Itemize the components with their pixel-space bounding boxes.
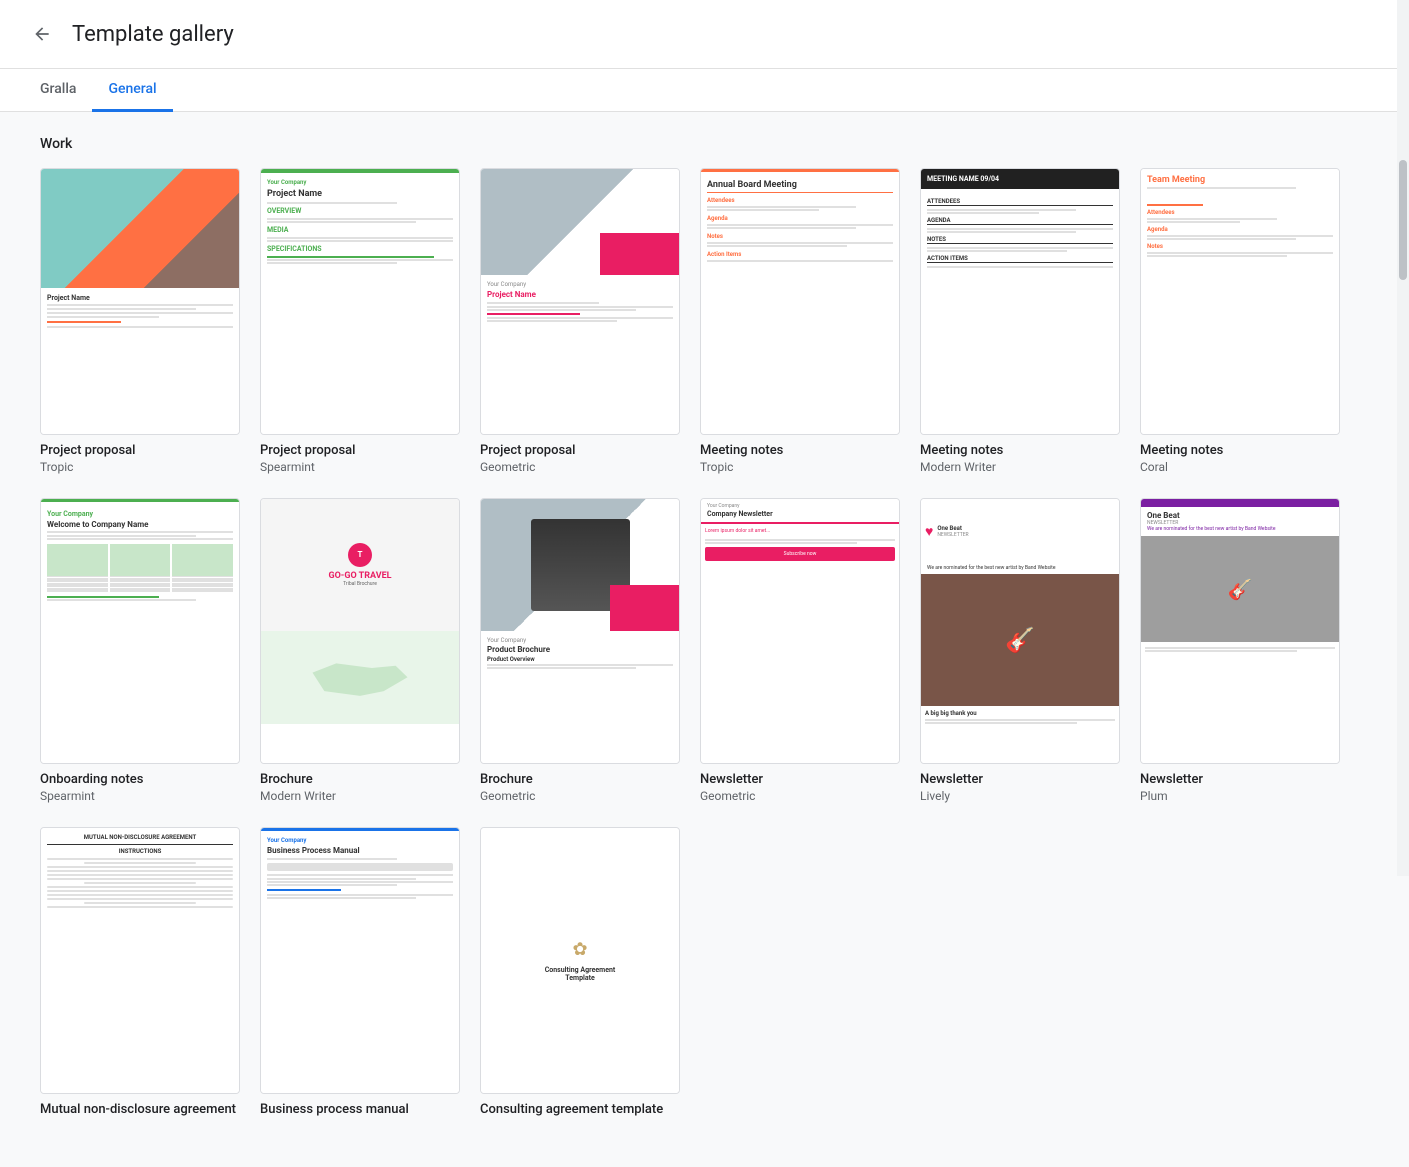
template-grid-row-3: MUTUAL NON-DISCLOSURE AGREEMENT INSTRUCT…	[40, 827, 1340, 1119]
template-card-business[interactable]: Your Company Business Process Manual B	[260, 827, 460, 1119]
card-name-nda: Mutual non-disclosure agreement	[40, 1102, 240, 1117]
section-title-work: Work	[40, 136, 1340, 152]
card-name-project-spearmint: Project proposal	[260, 443, 460, 458]
card-sub-newsletter-plum: Plum	[1140, 789, 1340, 803]
card-sub-brochure-mw: Modern Writer	[260, 789, 460, 803]
card-name-brochure-mw: Brochure	[260, 772, 460, 787]
card-name-newsletter-geo: Newsletter	[700, 772, 900, 787]
card-name-meeting-modern: Meeting notes	[920, 443, 1120, 458]
template-card-meeting-coral[interactable]: Team Meeting Attendees Agenda Notes	[1140, 168, 1340, 474]
tab-gralla[interactable]: Gralla	[24, 69, 92, 112]
template-grid-row-2: Your Company Welcome to Company Name	[40, 498, 1340, 804]
card-sub-newsletter-geo: Geometric	[700, 789, 900, 803]
template-card-brochure-geo[interactable]: Your Company Product Brochure Product Ov…	[480, 498, 680, 804]
card-sub-project-geo: Geometric	[480, 460, 680, 474]
content-area: Work Project Name Pro	[0, 112, 1380, 1167]
template-card-nda[interactable]: MUTUAL NON-DISCLOSURE AGREEMENT INSTRUCT…	[40, 827, 240, 1119]
page-header: Template gallery	[0, 0, 1409, 69]
card-name-project-tropic: Project proposal	[40, 443, 240, 458]
card-name-business: Business process manual	[260, 1102, 460, 1117]
template-card-newsletter-plum[interactable]: One Beat NEWSLETTER We are nominated for…	[1140, 498, 1340, 804]
template-card-project-spearmint[interactable]: Your Company Project Name OVERVIEW MEDIA…	[260, 168, 460, 474]
card-name-meeting-coral: Meeting notes	[1140, 443, 1340, 458]
card-sub-meeting-modern: Modern Writer	[920, 460, 1120, 474]
card-sub-meeting-coral: Coral	[1140, 460, 1340, 474]
card-name-project-geo: Project proposal	[480, 443, 680, 458]
card-sub-brochure-geo: Geometric	[480, 789, 680, 803]
template-card-project-tropic[interactable]: Project Name Project proposal Tropic	[40, 168, 240, 474]
template-card-newsletter-lively[interactable]: ♥ One Beat NEWSLETTER We are nominated f…	[920, 498, 1120, 804]
card-name-newsletter-plum: Newsletter	[1140, 772, 1340, 787]
back-icon	[32, 24, 52, 44]
card-sub-newsletter-lively: Lively	[920, 789, 1120, 803]
tab-bar: Gralla General	[0, 69, 1409, 112]
template-card-onboard[interactable]: Your Company Welcome to Company Name	[40, 498, 240, 804]
card-name-newsletter-lively: Newsletter	[920, 772, 1120, 787]
template-card-meeting-tropic[interactable]: Annual Board Meeting Attendees Agenda No…	[700, 168, 900, 474]
card-sub-project-tropic: Tropic	[40, 460, 240, 474]
card-name-brochure-geo: Brochure	[480, 772, 680, 787]
card-name-onboard: Onboarding notes	[40, 772, 240, 787]
template-card-consulting[interactable]: ✿ Consulting Agreement Template Consulti…	[480, 827, 680, 1119]
template-card-newsletter-geo[interactable]: Your Company Company Newsletter Lorem ip…	[700, 498, 900, 804]
template-card-brochure-mw[interactable]: T GO-GO TRAVEL Tribal Brochure Brochure …	[260, 498, 460, 804]
card-sub-project-spearmint: Spearmint	[260, 460, 460, 474]
back-button[interactable]	[24, 16, 60, 52]
tab-general[interactable]: General	[92, 69, 172, 112]
page-title: Template gallery	[72, 22, 234, 47]
template-card-project-geo[interactable]: Your Company Project Name Project propos…	[480, 168, 680, 474]
card-sub-onboard: Spearmint	[40, 789, 240, 803]
card-name-meeting-tropic: Meeting notes	[700, 443, 900, 458]
template-card-meeting-modern[interactable]: MEETING NAME 09/04 ATTENDEES AGENDA NOTE…	[920, 168, 1120, 474]
scrollbar[interactable]	[1397, 0, 1409, 876]
card-sub-meeting-tropic: Tropic	[700, 460, 900, 474]
card-name-consulting: Consulting agreement template	[480, 1102, 680, 1117]
scrollbar-thumb[interactable]	[1399, 160, 1407, 280]
template-grid-row-1: Project Name Project proposal Tropic	[40, 168, 1340, 474]
